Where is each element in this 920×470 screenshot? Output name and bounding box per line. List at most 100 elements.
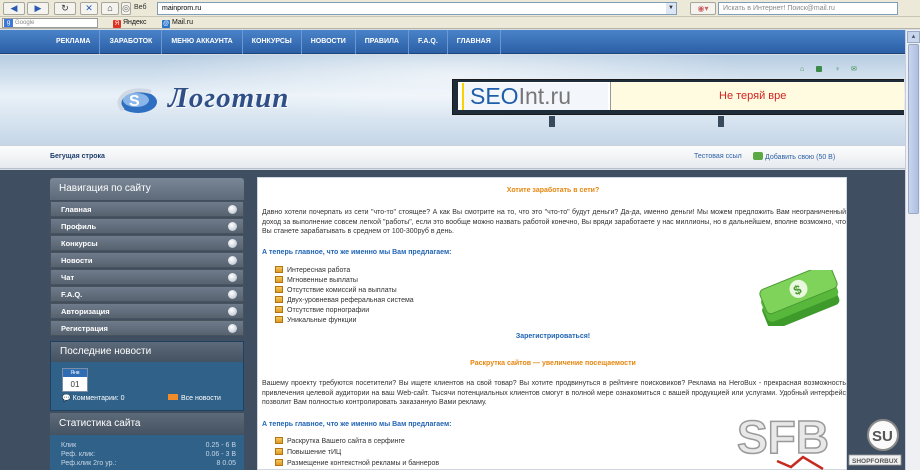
address-text: mainprom.ru (162, 5, 202, 12)
user-icon[interactable]: ♀ (835, 66, 841, 73)
calendar-icon: Янв 01 (62, 368, 88, 392)
comment-icon: 💬 (62, 395, 73, 402)
home-icon[interactable]: ⌂ (800, 66, 806, 73)
site-nav: РЕКЛАМА ЗАРАБОТОК МЕНЮ АККАУНТА КОНКУРСЫ… (47, 30, 501, 54)
address-bar[interactable]: mainprom.ru ▼ (157, 2, 677, 15)
list-item: Мгновенные выплаты (275, 276, 358, 284)
bullet-icon (228, 273, 237, 282)
watermark-caption: SHOPFORBUX (852, 458, 899, 465)
content-paragraph: Вашему проекту требуются посетители? Вы … (262, 380, 846, 406)
register-link[interactable]: Зарегистрироваться! (258, 333, 848, 340)
bullet-icon (228, 239, 237, 248)
logo-text[interactable]: Логотип (168, 82, 289, 115)
folder-icon (275, 276, 283, 283)
page-scrollbar[interactable]: ▲ (905, 30, 920, 470)
stat-row: Реф. клик: 0.06 - 3 В (61, 451, 236, 458)
refresh-button[interactable]: ↻ (54, 2, 76, 15)
list-item: Повышение тИЦ (275, 448, 341, 456)
sidebar-item-chat[interactable]: Чат (50, 269, 244, 285)
calendar-day: 01 (70, 380, 80, 389)
sidebar-item-faq[interactable]: F.A.Q. (50, 286, 244, 302)
stop-button[interactable]: ✕ (80, 2, 98, 15)
bookmark-yandex[interactable]: Я Яндекс (113, 19, 147, 28)
scrollbar-thumb[interactable] (908, 44, 919, 214)
nav-contests[interactable]: КОНКУРСЫ (243, 30, 302, 54)
bullet-icon (228, 222, 237, 231)
content-subtitle: А теперь главное, что же именно мы Вам п… (262, 249, 452, 256)
watermark-logo: SFB SU SHOPFORBUX (736, 410, 902, 470)
nav-rules[interactable]: ПРАВИЛА (356, 30, 409, 54)
sidebar-nav-title: Навигация по сайту (50, 178, 244, 200)
google-search-input[interactable]: g Google (2, 18, 98, 28)
content-subtitle: А теперь главное, что же именно мы Вам п… (262, 421, 452, 428)
banner-leg (718, 116, 724, 127)
web-label: Веб (134, 4, 147, 11)
folder-icon (275, 437, 283, 444)
chevron-down-icon[interactable]: ▼ (666, 3, 676, 14)
logo-icon: S (117, 88, 157, 113)
money-stack-icon: $ (759, 270, 840, 326)
banner-tagline: Не теряй вре (610, 82, 904, 110)
list-item: Отсутствие порнографии (275, 306, 369, 314)
latest-news-title: Последние новости (51, 342, 243, 362)
banner-seo-logo: SEOInt.ru (462, 83, 608, 110)
stat-row: Реф.клик 2го ур.: 8 0.05 (61, 460, 236, 467)
google-icon: g (4, 19, 13, 27)
content-paragraph: Давно хотели почерпать из сети "что-то" … (262, 209, 846, 235)
bullet-icon (228, 256, 237, 265)
content-title-earn: Хотите заработать в сети? (506, 187, 600, 194)
bullet-icon (228, 290, 237, 299)
svg-text:S: S (129, 93, 140, 110)
money-icon (753, 152, 763, 160)
nav-zarabotok[interactable]: ЗАРАБОТОК (100, 30, 163, 54)
back-button[interactable]: ◀ (3, 2, 25, 15)
bullet-icon (228, 205, 237, 214)
mail-icon[interactable]: ✉ (851, 66, 857, 73)
sidebar-item-contests[interactable]: Конкурсы (50, 235, 244, 251)
all-news-link[interactable]: Все новости (168, 394, 221, 402)
stat-row: Клик 0.25 - 6 В (61, 442, 236, 449)
folder-icon (275, 316, 283, 323)
yandex-icon: Я (113, 20, 121, 28)
content-title-promotion: Раскрутка сайтов — увеличение посещаемос… (470, 360, 636, 367)
nav-reklama[interactable]: РЕКЛАМА (47, 30, 101, 54)
sidebar-item-news[interactable]: Новости (50, 252, 244, 268)
sidebar-item-home[interactable]: Главная (50, 201, 244, 217)
nav-faq[interactable]: F.A.Q. (409, 30, 448, 54)
bullet-icon (228, 324, 237, 333)
running-line-label: Бегущая строка (50, 153, 105, 160)
watermark-letters: SFB (737, 411, 829, 463)
list-item: Отсутствие комиссий на выплаты (275, 286, 397, 294)
folder-icon (275, 306, 283, 313)
sidebar-item-register[interactable]: Регистрация (50, 320, 244, 336)
list-item: Двух-уровневая реферальная система (275, 296, 414, 304)
comments-count[interactable]: 💬 Комментарии: 0 (62, 394, 125, 402)
bookmark-icon[interactable] (816, 66, 822, 72)
browser-search-input[interactable]: Искать в Интернет! Поиск@mail.ru (718, 2, 898, 15)
home-button[interactable]: ⌂ (101, 2, 119, 15)
watermark-badge: SU (872, 428, 893, 445)
folder-icon (275, 448, 283, 455)
site-stats-title: Статистика сайта (50, 413, 244, 435)
nav-news[interactable]: НОВОСТИ (302, 30, 356, 54)
running-line-test-link[interactable]: Тестовая ссыл (694, 153, 742, 160)
list-item: Уникальные функции (275, 316, 356, 324)
add-running-line-link[interactable]: Добавить свою (50 В) (753, 152, 835, 161)
folder-icon (275, 266, 283, 273)
globe-icon: ◎ (121, 2, 131, 15)
nav-account-menu[interactable]: МЕНЮ АККАУНТА (162, 30, 243, 54)
scroll-up-icon[interactable]: ▲ (907, 31, 920, 43)
nav-home[interactable]: ГЛАВНАЯ (448, 30, 501, 54)
news-icon (168, 394, 178, 400)
sidebar-item-login[interactable]: Авторизация (50, 303, 244, 319)
banner-leg (549, 116, 555, 127)
folder-icon (275, 286, 283, 293)
sidebar-item-profile[interactable]: Профиль (50, 218, 244, 234)
search-engine-button[interactable]: ◉▾ (690, 2, 716, 15)
mailru-icon: @ (162, 20, 170, 28)
folder-icon (275, 459, 283, 466)
bookmark-mailru[interactable]: @ Mail.ru (162, 19, 193, 28)
forward-button[interactable]: ▶ (27, 2, 49, 15)
folder-icon (275, 296, 283, 303)
list-item: Интересная работа (275, 266, 350, 274)
